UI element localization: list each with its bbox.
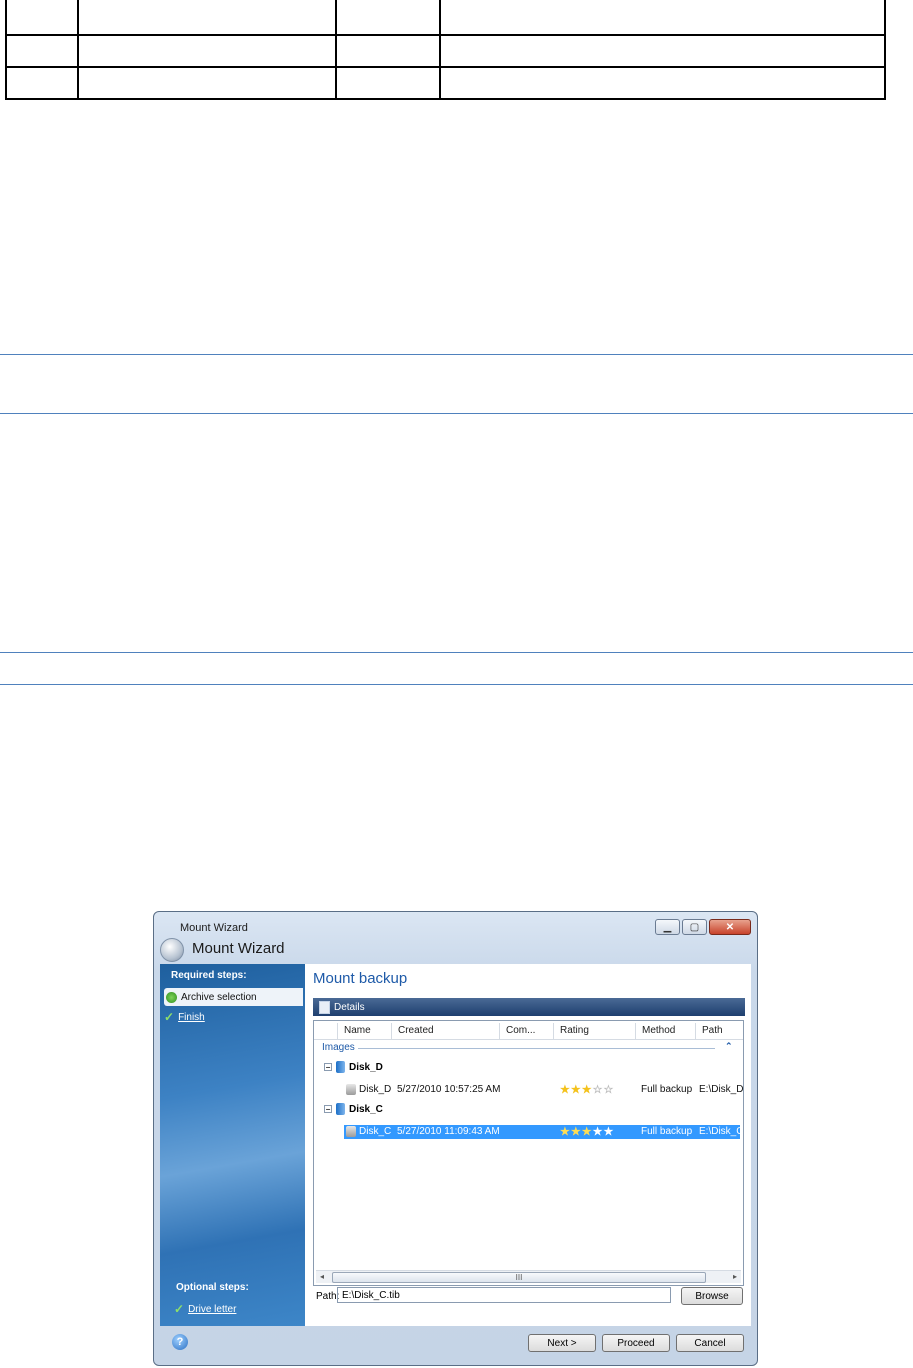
maximize-button[interactable]: ▢ — [682, 919, 707, 935]
browse-button[interactable]: Browse — [681, 1287, 743, 1305]
backup-name: Disk_D — [359, 1084, 392, 1095]
proceed-button[interactable]: Proceed — [602, 1334, 670, 1352]
scroll-left-icon[interactable]: ◂ — [320, 1272, 324, 1281]
file-icon — [346, 1084, 356, 1098]
horizontal-rule — [0, 354, 913, 355]
table-row — [5, 0, 886, 36]
disk-node-disk-d[interactable]: − Disk_D — [324, 1061, 383, 1073]
wizard-title: Mount Wizard — [192, 940, 285, 957]
table-row[interactable]: Disk_D 5/27/2010 10:57:25 AM ★★★☆☆ Full … — [344, 1083, 744, 1098]
table-row — [5, 66, 886, 100]
minimize-icon: ▁ — [663, 921, 672, 933]
backup-path: E:\Disk_D — [699, 1084, 744, 1095]
help-icon[interactable]: ? — [172, 1334, 188, 1350]
horizontal-rule — [0, 413, 913, 414]
disk-name: Disk_C — [349, 1103, 383, 1115]
step-arrow-icon — [166, 991, 177, 1003]
checkmark-icon: ✓ — [164, 1010, 175, 1024]
sidebar-item-label: Archive selection — [181, 991, 257, 1003]
backup-list[interactable]: Name Created Com... Rating Method Path I… — [313, 1020, 744, 1286]
star-icon: ☆ — [592, 1084, 604, 1096]
disk-name: Disk_D — [349, 1061, 383, 1073]
star-icon: ★ — [560, 1084, 571, 1096]
mount-wizard-window: Mount Wizard ▁ ▢ ✕ Mount Wizard Required… — [153, 911, 758, 1366]
main-panel: Mount backup Details Name Created Com...… — [305, 964, 751, 1326]
group-label-images: Images — [322, 1042, 355, 1053]
collapse-group-icon[interactable]: ⌃ — [725, 1041, 733, 1052]
disk-icon — [336, 1061, 345, 1073]
scroll-right-icon[interactable]: ▸ — [733, 1272, 737, 1281]
rating-stars: ★★★☆☆ — [560, 1083, 614, 1096]
backup-method: Full backup — [641, 1126, 693, 1137]
next-button[interactable]: Next > — [528, 1334, 596, 1352]
path-label: Path: — [316, 1291, 340, 1302]
column-header-path[interactable]: Path — [696, 1023, 743, 1039]
wizard-disc-icon — [160, 938, 184, 962]
close-icon: ✕ — [725, 921, 735, 933]
star-icon: ★ — [581, 1126, 593, 1138]
column-header-created[interactable]: Created — [392, 1023, 500, 1039]
required-steps-heading: Required steps: — [171, 970, 247, 981]
details-label: Details — [334, 1001, 365, 1013]
sidebar-item-archive-selection[interactable]: Archive selection — [164, 988, 303, 1006]
list-header: Name Created Com... Rating Method Path — [314, 1023, 743, 1040]
column-header-blank — [314, 1023, 338, 1039]
sidebar-item-finish[interactable]: ✓ Finish — [164, 1008, 205, 1026]
optional-steps-heading: Optional steps: — [176, 1282, 249, 1293]
cancel-button[interactable]: Cancel — [676, 1334, 744, 1352]
sidebar-item-label: Finish — [178, 1011, 205, 1023]
table-row[interactable]: Disk_C 5/27/2010 11:09:43 AM ★★★★★ Full … — [344, 1125, 744, 1140]
star-icon: ★ — [570, 1126, 582, 1138]
column-header-method[interactable]: Method — [636, 1023, 696, 1039]
disk-icon — [336, 1103, 345, 1115]
group-divider — [358, 1048, 715, 1049]
steps-sidebar: Required steps: Archive selection ✓ Fini… — [160, 964, 305, 1326]
collapse-icon[interactable]: − — [324, 1105, 332, 1114]
star-icon: ★ — [581, 1084, 593, 1096]
backup-method: Full backup — [641, 1084, 693, 1095]
column-header-rating[interactable]: Rating — [554, 1023, 636, 1039]
star-icon: ★ — [592, 1126, 604, 1138]
path-input[interactable]: E:\Disk_C.tib — [337, 1287, 671, 1303]
document-table — [5, 0, 886, 100]
details-bar[interactable]: Details — [313, 998, 745, 1016]
rating-stars: ★★★★★ — [560, 1125, 614, 1138]
table-row — [5, 34, 886, 68]
minimize-button[interactable]: ▁ — [655, 919, 680, 935]
window-titlebar-text: Mount Wizard — [180, 922, 248, 934]
star-icon: ★ — [603, 1126, 615, 1138]
backup-created: 5/27/2010 11:09:43 AM — [397, 1126, 500, 1137]
star-icon: ☆ — [603, 1084, 615, 1096]
backup-created: 5/27/2010 10:57:25 AM — [397, 1084, 501, 1095]
scroll-thumb[interactable]: III — [332, 1272, 706, 1283]
sidebar-item-drive-letter[interactable]: ✓ Drive letter — [174, 1300, 236, 1318]
caption-buttons: ▁ ▢ ✕ — [655, 919, 751, 935]
column-header-name[interactable]: Name — [338, 1023, 392, 1039]
column-header-comment[interactable]: Com... — [500, 1023, 554, 1039]
file-icon — [346, 1126, 356, 1140]
collapse-icon[interactable]: − — [324, 1063, 332, 1072]
close-button[interactable]: ✕ — [709, 919, 751, 935]
star-icon: ★ — [570, 1084, 582, 1096]
star-icon: ★ — [560, 1126, 571, 1138]
details-icon — [319, 1000, 330, 1014]
maximize-icon: ▢ — [689, 921, 700, 933]
sidebar-item-label: Drive letter — [188, 1303, 237, 1315]
backup-path: E:\Disk_C — [699, 1126, 744, 1137]
backup-name: Disk_C — [359, 1126, 392, 1137]
horizontal-rule — [0, 652, 913, 653]
horizontal-rule — [0, 684, 913, 685]
checkmark-icon: ✓ — [174, 1302, 185, 1316]
disk-node-disk-c[interactable]: − Disk_C — [324, 1103, 383, 1115]
horizontal-scrollbar[interactable]: ◂ III ▸ — [316, 1270, 741, 1283]
page-title: Mount backup — [313, 970, 408, 987]
